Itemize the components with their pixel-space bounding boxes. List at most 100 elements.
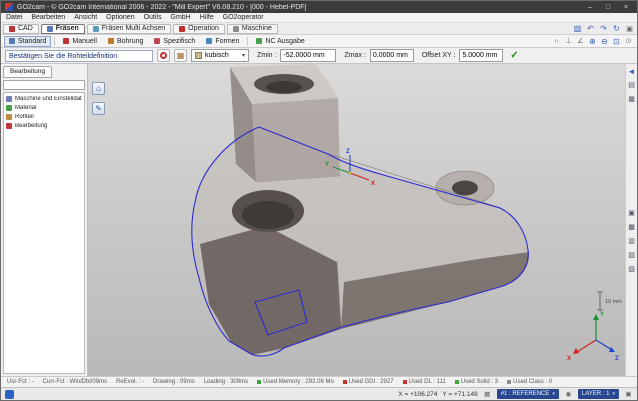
view-top-icon[interactable]: ▦ (627, 94, 637, 104)
manuell-icon (63, 38, 69, 44)
machine-icon (6, 96, 12, 102)
go2cam-logo-icon[interactable] (5, 390, 14, 399)
tool-spezifisch[interactable]: Spezifisch (149, 36, 200, 47)
stock-type-value: kubisch (205, 52, 229, 59)
edit-sketch-icon[interactable]: ✎ (92, 102, 105, 115)
menu-item-outils[interactable]: Outils (144, 14, 162, 21)
shaded-view-icon[interactable]: ▩ (627, 222, 637, 232)
viewport-overlay-toolbar: ⌂ ✎ (92, 82, 105, 115)
view-front-icon[interactable]: ▤ (627, 80, 637, 90)
prompt-bar: Bestätigen Sie die Rohteildefinition ▦ k… (1, 48, 637, 64)
main-area: Bearbeitung Maschine und Einstelldaten M… (1, 64, 637, 376)
tree-item-material[interactable]: Material (6, 105, 82, 111)
cube-icon (195, 52, 202, 59)
tab-cad[interactable]: CAD (3, 24, 39, 34)
tool-manuell[interactable]: Manuell (58, 36, 102, 47)
zoom-fit-icon[interactable]: ⊡ (611, 36, 622, 46)
zmin-input[interactable] (280, 49, 336, 62)
home-view-icon[interactable]: ⌂ (92, 82, 105, 95)
tool-formen[interactable]: Formen (201, 36, 244, 47)
bohrung-icon (108, 38, 114, 44)
offset-xy-input[interactable] (459, 49, 503, 62)
zoom-in-icon[interactable]: ⊕ (587, 36, 598, 46)
palette-icon[interactable]: ▧ (572, 24, 583, 34)
fraesen-icon (47, 26, 53, 32)
confirm-button[interactable]: ✓ (507, 49, 521, 62)
tool-bohrung[interactable]: Bohrung (103, 36, 148, 47)
layers-view-icon[interactable]: ▨ (627, 264, 637, 274)
refresh-icon[interactable]: ↻ (611, 24, 622, 34)
status-used-class: Used Class : 0 (507, 379, 552, 385)
target-select-button[interactable] (157, 49, 170, 62)
zmax-input[interactable] (370, 49, 414, 62)
panel-tab-bearbeitung[interactable]: Bearbeitung (3, 66, 52, 78)
coordinate-statusbar: X = +106.274 Y = +71.148 ▦ #1 : REFERENC… (1, 387, 637, 400)
tool-manuell-label: Manuell (72, 38, 97, 45)
chevron-down-icon: ▾ (552, 391, 555, 397)
status-drawing: Drawing : 09ms (153, 379, 195, 385)
workflow-panel: Bearbeitung Maschine und Einstelldaten M… (1, 64, 88, 376)
menu-item-gmbh[interactable]: GmbH (171, 14, 191, 21)
search-icon[interactable]: ⊙ (623, 36, 634, 46)
menu-item-datei[interactable]: Datei (6, 14, 22, 21)
stock-shape-button[interactable]: ▦ (174, 49, 187, 62)
operation-icon (179, 26, 185, 32)
menu-item-hilfe[interactable]: Hilfe (200, 14, 214, 21)
target-icon (160, 52, 167, 59)
grid-icon[interactable]: ▦ (483, 390, 492, 399)
maximize-button[interactable]: □ (601, 4, 615, 11)
orientation-triad-icon: Y X Z (567, 312, 619, 362)
svg-text:Y: Y (600, 312, 604, 318)
svg-text:Y: Y (325, 162, 329, 168)
lock-icon[interactable]: ▣ (624, 390, 633, 399)
model-3d[interactable]: Z X Y 10 mm (88, 64, 625, 376)
tab-operation[interactable]: Operation (173, 24, 225, 34)
tool-standard[interactable]: Standard (4, 36, 51, 47)
menu-item-go2operator[interactable]: GO2operator (223, 14, 264, 21)
wireframe-view-icon[interactable]: ▥ (627, 236, 637, 246)
section-view-icon[interactable]: ▧ (627, 250, 637, 260)
gdi-bullet-icon (343, 380, 347, 384)
magnet-icon[interactable]: ∩ (551, 36, 562, 46)
menu-item-bearbeiten[interactable]: Bearbeiten (31, 14, 65, 21)
collapse-arrow-icon[interactable]: ◄ (627, 66, 637, 76)
tab-fraesen[interactable]: Fräsen (41, 24, 85, 34)
zmin-label: Zmin : (257, 52, 276, 59)
status-usr-fct: Usr-Fct : - (7, 379, 34, 385)
status-used-memory: Used Memory : 292.06 Mo (257, 379, 334, 385)
menu-item-optionen[interactable]: Optionen (106, 14, 134, 21)
viewport-3d[interactable]: ⌂ ✎ (88, 64, 625, 376)
redo-icon[interactable]: ↷ (598, 24, 609, 34)
layer-selector[interactable]: LAYER : 1 ▾ (578, 389, 619, 399)
tab-maschine-label: Maschine (242, 25, 272, 32)
display-mode-icon[interactable]: ▣ (627, 208, 637, 218)
stock-type-select[interactable]: kubisch ▾ (191, 49, 249, 62)
window-title: GO2cam - © GO2cam International 2006 - 2… (17, 4, 579, 11)
status-used-gdi: Used GDI : 2927 (343, 379, 394, 385)
zoom-out-icon[interactable]: ⊖ (599, 36, 610, 46)
minimize-button[interactable]: – (583, 4, 597, 11)
eye-icon[interactable]: ◉ (564, 390, 573, 399)
chevron-down-icon: ▾ (612, 391, 615, 397)
close-button[interactable]: × (619, 4, 633, 11)
measure-icon[interactable]: ∠ (575, 36, 586, 46)
menu-item-ansicht[interactable]: Ansicht (74, 14, 97, 21)
camera-icon[interactable]: ▣ (624, 24, 635, 34)
part-solid (192, 64, 529, 356)
tab-fraesen-multi-achsen[interactable]: Fräsen Multi Achsen (87, 24, 171, 34)
filter-input[interactable] (3, 80, 85, 90)
tool-nc-ausgabe[interactable]: NC Ausgabe (251, 36, 309, 47)
tree-item-bearbeitung[interactable]: Bearbeitung (6, 123, 82, 129)
reference-selector[interactable]: #1 : REFERENCE ▾ (497, 389, 559, 399)
status-loading: Loading : 309ms (204, 379, 248, 385)
tool-standard-label: Standard (18, 38, 46, 45)
tree-item-maschine[interactable]: Maschine und Einstelldaten (6, 96, 82, 102)
standard-icon (9, 38, 15, 44)
tree-item-rohteil[interactable]: Rohteil (6, 114, 82, 120)
tab-maschine[interactable]: Maschine (227, 24, 278, 34)
scale-indicator: 10 mm (597, 292, 622, 310)
undo-icon[interactable]: ↶ (585, 24, 596, 34)
axes-icon[interactable]: ⊥ (563, 36, 574, 46)
formen-icon (206, 38, 212, 44)
workflow-tree: Maschine und Einstelldaten Material Roht… (3, 92, 85, 374)
